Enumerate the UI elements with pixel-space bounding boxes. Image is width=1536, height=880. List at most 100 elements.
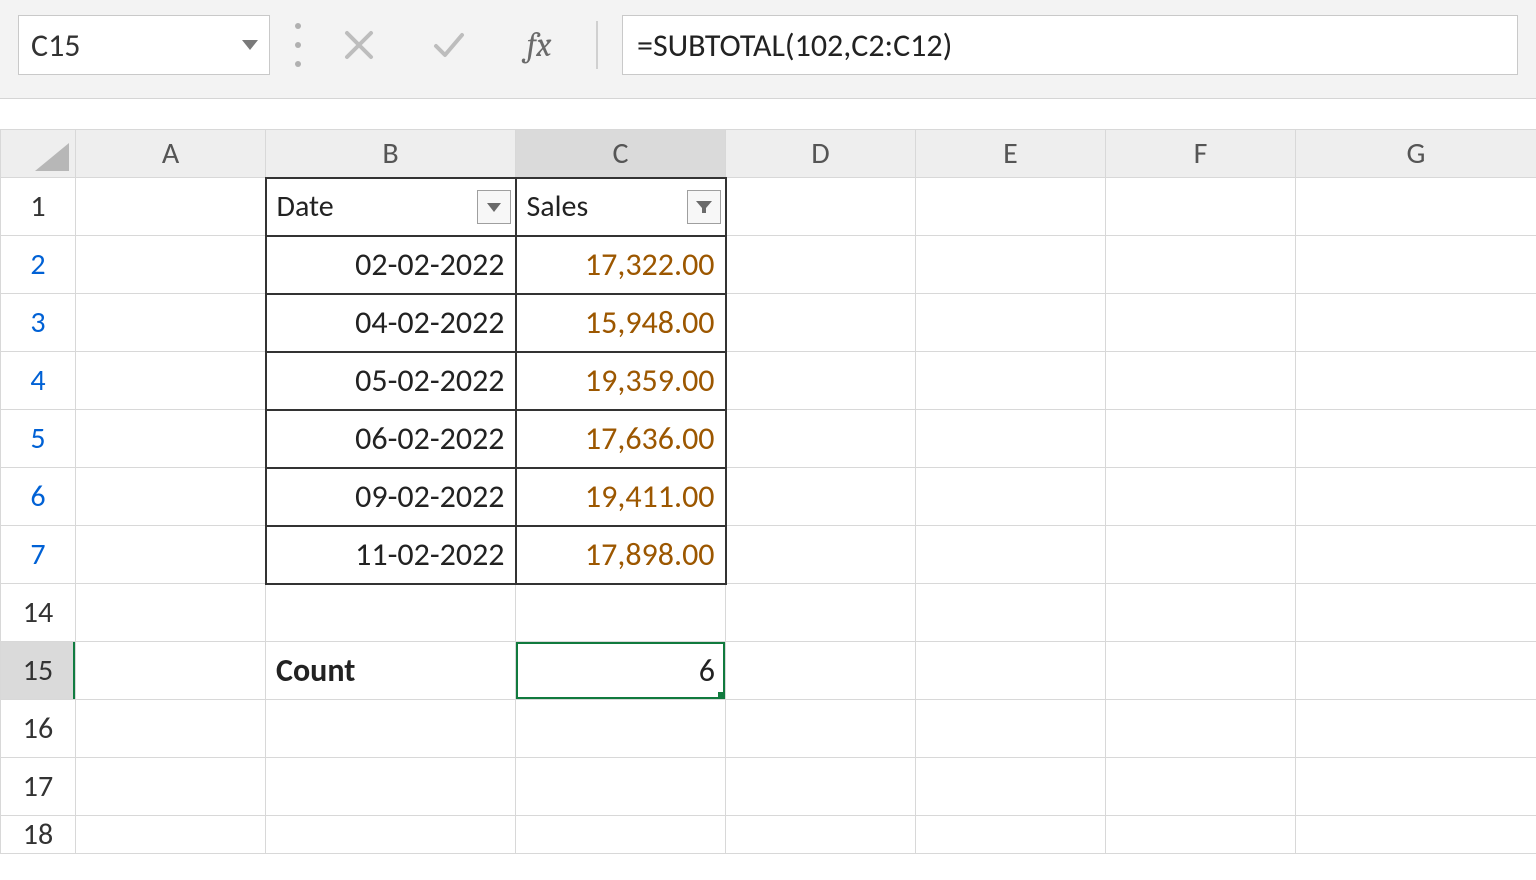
cell-E17[interactable] [916,758,1106,816]
row-header-16[interactable]: 16 [1,700,76,758]
cell-A16[interactable] [76,700,266,758]
cell-E7[interactable] [916,526,1106,584]
enter-button[interactable] [416,15,482,75]
row-header-18[interactable]: 18 [1,816,76,854]
cancel-button[interactable] [326,15,392,75]
cell-A1[interactable] [76,178,266,236]
row-header-6[interactable]: 6 [1,468,76,526]
cell-F17[interactable] [1106,758,1296,816]
cell-F14[interactable] [1106,584,1296,642]
cell-D2[interactable] [726,236,916,294]
cell-C6[interactable]: 19,411.00 [516,468,726,526]
cell-A18[interactable] [76,816,266,854]
row-header-2[interactable]: 2 [1,236,76,294]
cell-G3[interactable] [1296,294,1536,352]
cell-E3[interactable] [916,294,1106,352]
cell-C4[interactable]: 19,359.00 [516,352,726,410]
cell-D4[interactable] [726,352,916,410]
cell-A6[interactable] [76,468,266,526]
cell-A15[interactable] [76,642,266,700]
cell-C14[interactable] [516,584,726,642]
select-all-corner[interactable] [1,130,76,178]
cell-D5[interactable] [726,410,916,468]
cell-F6[interactable] [1106,468,1296,526]
cell-E2[interactable] [916,236,1106,294]
cell-G6[interactable] [1296,468,1536,526]
cell-G1[interactable] [1296,178,1536,236]
cell-E16[interactable] [916,700,1106,758]
col-header-E[interactable]: E [916,130,1106,178]
cell-A7[interactable] [76,526,266,584]
cell-F5[interactable] [1106,410,1296,468]
worksheet-grid[interactable]: A B C D E F G 1 Date Sales [0,129,1536,854]
cell-C2[interactable]: 17,322.00 [516,236,726,294]
cell-D15[interactable] [726,642,916,700]
cell-F7[interactable] [1106,526,1296,584]
row-header-1[interactable]: 1 [1,178,76,236]
cell-C17[interactable] [516,758,726,816]
cell-C16[interactable] [516,700,726,758]
col-header-A[interactable]: A [76,130,266,178]
cell-B2[interactable]: 02-02-2022 [266,236,516,294]
cell-B7[interactable]: 11-02-2022 [266,526,516,584]
cell-A4[interactable] [76,352,266,410]
row-header-15[interactable]: 15 [1,642,76,700]
cell-C1[interactable]: Sales [516,178,726,236]
cell-G4[interactable] [1296,352,1536,410]
cell-D7[interactable] [726,526,916,584]
cell-B6[interactable]: 09-02-2022 [266,468,516,526]
cell-G5[interactable] [1296,410,1536,468]
col-header-B[interactable]: B [266,130,516,178]
row-header-17[interactable]: 17 [1,758,76,816]
cell-A17[interactable] [76,758,266,816]
cell-C3[interactable]: 15,948.00 [516,294,726,352]
cell-A2[interactable] [76,236,266,294]
cell-B16[interactable] [266,700,516,758]
cell-D17[interactable] [726,758,916,816]
cell-F18[interactable] [1106,816,1296,854]
cell-D14[interactable] [726,584,916,642]
row-header-7[interactable]: 7 [1,526,76,584]
cell-F2[interactable] [1106,236,1296,294]
filter-button-sales[interactable] [687,190,721,224]
cell-C18[interactable] [516,816,726,854]
cell-C15[interactable]: 6 [516,642,726,700]
cell-F1[interactable] [1106,178,1296,236]
cell-A5[interactable] [76,410,266,468]
col-header-G[interactable]: G [1296,130,1536,178]
cell-B15[interactable]: Count [266,642,516,700]
row-header-3[interactable]: 3 [1,294,76,352]
name-box-dropdown[interactable] [231,16,269,74]
cell-D18[interactable] [726,816,916,854]
cell-B5[interactable]: 06-02-2022 [266,410,516,468]
cell-D6[interactable] [726,468,916,526]
row-header-4[interactable]: 4 [1,352,76,410]
col-header-C[interactable]: C [516,130,726,178]
cell-B4[interactable]: 05-02-2022 [266,352,516,410]
cell-E14[interactable] [916,584,1106,642]
cell-G7[interactable] [1296,526,1536,584]
cell-D16[interactable] [726,700,916,758]
cell-G14[interactable] [1296,584,1536,642]
cell-G17[interactable] [1296,758,1536,816]
cell-E15[interactable] [916,642,1106,700]
cell-F16[interactable] [1106,700,1296,758]
cell-F3[interactable] [1106,294,1296,352]
cell-A14[interactable] [76,584,266,642]
cell-E5[interactable] [916,410,1106,468]
formula-bar-input[interactable]: =SUBTOTAL(102,C2:C12) [622,15,1518,75]
cell-E4[interactable] [916,352,1106,410]
filter-button-date[interactable] [477,190,511,224]
col-header-D[interactable]: D [726,130,916,178]
cell-G16[interactable] [1296,700,1536,758]
cell-G15[interactable] [1296,642,1536,700]
cell-B3[interactable]: 04-02-2022 [266,294,516,352]
cell-D3[interactable] [726,294,916,352]
row-header-5[interactable]: 5 [1,410,76,468]
cell-A3[interactable] [76,294,266,352]
cell-F4[interactable] [1106,352,1296,410]
cell-B18[interactable] [266,816,516,854]
cell-B17[interactable] [266,758,516,816]
cell-G18[interactable] [1296,816,1536,854]
cell-C7[interactable]: 17,898.00 [516,526,726,584]
